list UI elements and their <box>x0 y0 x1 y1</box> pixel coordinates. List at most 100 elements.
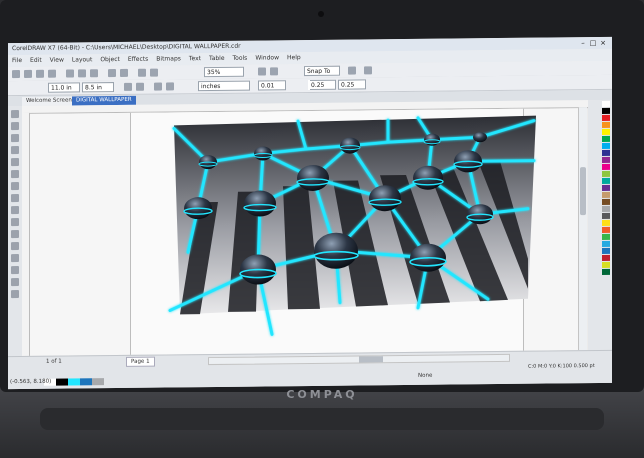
drawing-canvas[interactable] <box>30 108 586 356</box>
all-pages-icon[interactable] <box>154 82 162 91</box>
palette-swatch[interactable] <box>602 135 610 142</box>
polygon-tool-icon[interactable] <box>11 206 19 215</box>
shape-tool-icon[interactable] <box>11 122 19 131</box>
vertical-scrollbar[interactable] <box>578 107 587 351</box>
duplicate-x-field[interactable]: 0.25 <box>308 79 336 91</box>
paste-icon[interactable] <box>90 69 98 78</box>
wallpaper-artwork[interactable] <box>88 89 548 374</box>
palette-swatch[interactable] <box>602 254 610 261</box>
palette-swatch[interactable] <box>602 205 610 212</box>
fill-status: None <box>418 372 433 379</box>
new-icon[interactable] <box>12 70 20 79</box>
palette-swatch[interactable] <box>602 212 610 219</box>
palette-swatch[interactable] <box>602 219 610 226</box>
horizontal-scrollbar[interactable] <box>208 353 510 366</box>
export-icon[interactable] <box>150 68 158 77</box>
palette-swatch[interactable] <box>602 156 610 163</box>
swatch-blue[interactable] <box>80 378 92 386</box>
menu-edit[interactable]: Edit <box>30 55 42 67</box>
menu-text[interactable]: Text <box>189 53 201 65</box>
menu-window[interactable]: Window <box>255 52 279 64</box>
snap-to-dropdown[interactable]: Snap To <box>304 65 340 77</box>
connector-tool-icon[interactable] <box>11 254 19 263</box>
portrait-icon[interactable] <box>124 82 132 91</box>
menu-file[interactable]: File <box>12 55 22 67</box>
palette-swatch[interactable] <box>602 191 610 198</box>
palette-swatch[interactable] <box>602 170 610 177</box>
redo-icon[interactable] <box>120 68 128 77</box>
import-icon[interactable] <box>138 68 146 77</box>
crop-tool-icon[interactable] <box>11 134 19 143</box>
landscape-icon[interactable] <box>136 82 144 91</box>
open-icon[interactable] <box>24 69 32 78</box>
palette-swatch[interactable] <box>602 184 610 191</box>
menu-table[interactable]: Table <box>209 53 225 65</box>
palette-swatch[interactable] <box>602 121 610 128</box>
cursor-coordinates: (-0.563, 8.180) <box>10 378 52 386</box>
duplicate-y-field[interactable]: 0.25 <box>338 79 366 90</box>
dimension-tool-icon[interactable] <box>11 242 19 251</box>
page-navigator[interactable]: 1 of 1 <box>46 359 62 365</box>
palette-swatch[interactable] <box>602 114 610 121</box>
ellipse-tool-icon[interactable] <box>11 194 19 203</box>
palette-swatch[interactable] <box>602 177 610 184</box>
menu-view[interactable]: View <box>50 55 64 67</box>
palette-swatch[interactable] <box>602 261 610 268</box>
full-screen-icon[interactable] <box>258 67 266 76</box>
save-icon[interactable] <box>36 69 44 78</box>
vertical-ruler[interactable] <box>22 112 30 357</box>
vertical-scroll-thumb[interactable] <box>580 167 586 216</box>
minimize-button[interactable]: – <box>578 37 588 49</box>
freehand-tool-icon[interactable] <box>11 158 19 167</box>
menu-effects[interactable]: Effects <box>128 54 148 66</box>
page-width-field[interactable]: 11.0 in <box>48 82 80 93</box>
palette-swatch[interactable] <box>602 142 610 149</box>
palette-swatch[interactable] <box>602 247 610 254</box>
palette-swatch[interactable] <box>602 233 610 240</box>
menu-help[interactable]: Help <box>287 52 301 64</box>
options-icon[interactable] <box>348 66 356 75</box>
nudge-distance-field[interactable]: 0.01 <box>258 80 286 91</box>
fill-tool-icon[interactable] <box>11 290 19 299</box>
copy-icon[interactable] <box>78 69 86 78</box>
pick-tool-icon[interactable] <box>11 110 19 119</box>
palette-swatch[interactable] <box>602 198 610 205</box>
palette-swatch[interactable] <box>602 128 610 135</box>
palette-swatch[interactable] <box>602 100 610 107</box>
current-page-icon[interactable] <box>166 82 174 91</box>
palette-swatch[interactable] <box>602 107 610 114</box>
palette-swatch[interactable] <box>602 149 610 156</box>
palette-swatch[interactable] <box>602 226 610 233</box>
page-tab[interactable]: Page 1 <box>126 356 155 367</box>
rectangle-tool-icon[interactable] <box>11 182 19 191</box>
palette-swatch[interactable] <box>602 240 610 247</box>
zoom-level-select[interactable]: 35% <box>204 66 244 78</box>
table-tool-icon[interactable] <box>11 230 19 239</box>
spacer <box>308 80 310 91</box>
palette-swatch[interactable] <box>602 163 610 170</box>
print-icon[interactable] <box>48 69 56 78</box>
text-tool-icon[interactable] <box>11 218 19 227</box>
menu-object[interactable]: Object <box>100 54 120 66</box>
menu-tools[interactable]: Tools <box>233 53 248 65</box>
smart-fill-tool-icon[interactable] <box>11 170 19 179</box>
close-button[interactable]: × <box>598 37 608 49</box>
menu-bitmaps[interactable]: Bitmaps <box>156 53 181 65</box>
maximize-button[interactable]: □ <box>588 37 598 49</box>
eyedropper-tool-icon[interactable] <box>11 278 19 287</box>
menu-layout[interactable]: Layout <box>72 54 92 66</box>
swatch-black[interactable] <box>56 378 68 386</box>
palette-swatch[interactable] <box>602 268 610 275</box>
horizontal-scroll-thumb[interactable] <box>359 356 383 363</box>
swatch-cyan[interactable] <box>68 378 80 386</box>
interactive-effects-icon[interactable] <box>11 266 19 275</box>
launch-icon[interactable] <box>364 66 372 75</box>
rulers-icon[interactable] <box>270 67 278 76</box>
document-palette[interactable] <box>44 370 128 386</box>
undo-icon[interactable] <box>108 69 116 78</box>
zoom-tool-icon[interactable] <box>11 146 19 155</box>
swatch-gray[interactable] <box>92 378 104 386</box>
page-height-field[interactable]: 8.5 in <box>82 82 114 93</box>
cut-icon[interactable] <box>66 69 74 78</box>
units-dropdown[interactable]: inches <box>198 80 250 92</box>
